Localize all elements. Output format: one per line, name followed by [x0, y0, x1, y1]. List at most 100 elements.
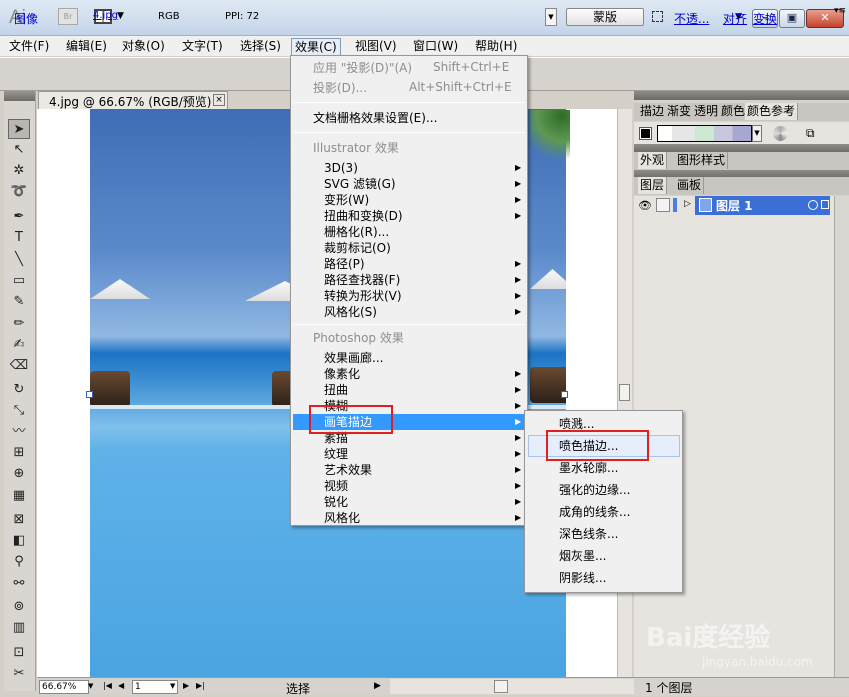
blend-tool-icon[interactable]: ⚯ — [8, 574, 30, 594]
menu-item-effect-gallery[interactable]: 效果画廊... — [324, 350, 383, 366]
tab-layers[interactable]: 图层 — [638, 177, 668, 194]
file-name-link[interactable]: 4.jpg — [93, 10, 118, 21]
menu-item-pathfinder[interactable]: 路径查找器(F) — [324, 272, 400, 288]
previous-artboard-icon[interactable]: ◀ — [118, 681, 124, 690]
layers-scrollbar[interactable] — [834, 196, 849, 677]
menu-item-3d[interactable]: 3D(3) — [324, 160, 358, 176]
free-transform-tool-icon[interactable]: ⊞ — [8, 443, 30, 463]
menu-object[interactable]: 对象(O) — [119, 38, 168, 55]
menu-item-pixelate[interactable]: 像素化 — [324, 366, 360, 382]
next-artboard-icon[interactable]: ▶ — [183, 681, 189, 690]
menu-item-stylize-ps[interactable]: 风格化 — [324, 510, 360, 526]
menu-item-sharpen[interactable]: 锐化 — [324, 494, 348, 510]
chevron-down-icon[interactable]: ▼ — [545, 8, 557, 26]
menu-item-texture[interactable]: 纹理 — [324, 446, 348, 462]
selected-art-indicator[interactable] — [821, 200, 829, 209]
menu-effect[interactable]: 效果(C) — [291, 38, 341, 55]
shape-builder-tool-icon[interactable]: ⊕ — [8, 464, 30, 484]
selection-handle[interactable] — [561, 391, 568, 398]
tab-color-guide[interactable]: 颜色参考 — [745, 103, 799, 120]
eraser-tool-icon[interactable]: ⌫ — [8, 356, 30, 376]
menu-item-distort-transform[interactable]: 扭曲和变换(D) — [324, 208, 403, 224]
menu-item-stylize-ai[interactable]: 风格化(S) — [324, 304, 377, 320]
image-link[interactable]: 图像 — [14, 10, 38, 27]
menu-item-svg-filters[interactable]: SVG 滤镜(G) — [324, 176, 396, 192]
warp-tool-icon[interactable]: 〰 — [8, 422, 30, 442]
menu-item-convert-shape[interactable]: 转换为形状(V) — [324, 288, 402, 304]
menu-help[interactable]: 帮助(H) — [472, 38, 520, 55]
submenu-item-dark-strokes[interactable]: 深色线条... — [559, 526, 618, 542]
submenu-item-crosshatch[interactable]: 阴影线... — [559, 570, 606, 586]
paintbrush-tool-icon[interactable]: ✎ — [8, 292, 30, 312]
status-current-tool[interactable]: 选择 — [286, 680, 310, 697]
scale-tool-icon[interactable]: ⤡ — [8, 401, 30, 421]
chevron-down-icon[interactable]: ▼ — [752, 125, 762, 142]
panel-menu-icon[interactable]: ▾≡ — [834, 6, 846, 16]
transform-icon[interactable] — [652, 11, 663, 22]
submenu-item-angled-strokes[interactable]: 成角的线条... — [559, 504, 630, 520]
line-tool-icon[interactable]: ╲ — [8, 250, 30, 270]
tab-graphic-styles[interactable]: 图形样式 — [675, 152, 729, 169]
restore-button[interactable]: ▣ — [779, 9, 805, 28]
menu-item-crop-marks[interactable]: 裁剪标记(O) — [324, 240, 391, 256]
mesh-tool-icon[interactable]: ⊠ — [8, 510, 30, 530]
tab-artboards[interactable]: 画板 — [675, 177, 705, 194]
selection-tool-icon[interactable]: ➤ — [8, 119, 30, 139]
symbol-sprayer-tool-icon[interactable]: ⊚ — [8, 597, 30, 617]
menu-item-rasterize[interactable]: 栅格化(R)... — [324, 224, 389, 240]
submenu-item-sumi-e[interactable]: 烟灰墨... — [559, 548, 606, 564]
chevron-down-icon[interactable]: ▼ — [170, 682, 175, 690]
align-link[interactable]: 对齐 — [723, 10, 747, 27]
lasso-tool-icon[interactable]: ➰ — [8, 182, 30, 202]
lock-toggle[interactable] — [656, 198, 670, 212]
gradient-tool-icon[interactable]: ◧ — [8, 531, 30, 551]
zoom-field[interactable]: 66.67% — [39, 680, 89, 694]
menu-item-video[interactable]: 视频 — [324, 478, 348, 494]
menu-view[interactable]: 视图(V) — [352, 38, 400, 55]
rectangle-tool-icon[interactable]: ▭ — [8, 271, 30, 291]
opacity-link[interactable]: 不透... — [674, 10, 709, 27]
menu-item-path[interactable]: 路径(P) — [324, 256, 365, 272]
panel-grip[interactable] — [4, 91, 35, 101]
eye-icon[interactable]: 👁 — [638, 199, 652, 212]
status-menu-icon[interactable]: ▶ — [374, 681, 381, 691]
menu-item-distort[interactable]: 扭曲 — [324, 382, 348, 398]
menu-item-apply-last[interactable]: 应用 "投影(D)"(A) — [313, 60, 412, 76]
transform-link[interactable]: 变换 — [753, 10, 777, 27]
mask-button[interactable]: 蒙版 — [566, 8, 644, 26]
expand-arrow-icon[interactable]: ▷ — [684, 199, 691, 209]
tab-appearance[interactable]: 外观 — [638, 152, 668, 169]
menu-window[interactable]: 窗口(W) — [410, 38, 461, 55]
tab-gradient[interactable]: 渐变 — [665, 103, 695, 120]
type-tool-icon[interactable]: T — [8, 228, 30, 248]
menu-type[interactable]: 文字(T) — [179, 38, 226, 55]
rotate-tool-icon[interactable]: ↻ — [8, 380, 30, 400]
panel-grip[interactable] — [634, 91, 849, 100]
eyedropper-tool-icon[interactable]: ⚲ — [8, 552, 30, 572]
chevron-down-icon[interactable]: ▼ — [88, 682, 93, 690]
menu-item-artistic[interactable]: 艺术效果 — [324, 462, 372, 478]
column-graph-tool-icon[interactable]: ▥ — [8, 618, 30, 638]
artboard-tool-icon[interactable]: ⊡ — [8, 643, 30, 663]
base-color-chip[interactable] — [639, 127, 652, 140]
submenu-item-accented-edges[interactable]: 强化的边缘... — [559, 482, 630, 498]
bridge-icon[interactable]: Br — [58, 8, 78, 25]
horizontal-scrollbar[interactable] — [390, 679, 634, 694]
magic-wand-tool-icon[interactable]: ✲ — [8, 161, 30, 181]
first-artboard-icon[interactable]: |◀ — [103, 681, 112, 690]
menu-item-last-effect[interactable]: 投影(D)... — [313, 80, 367, 96]
menu-select[interactable]: 选择(S) — [237, 38, 284, 55]
perspective-grid-tool-icon[interactable]: ▦ — [8, 486, 30, 506]
layer-name[interactable]: 图层 1 — [716, 197, 753, 214]
last-artboard-icon[interactable]: ▶| — [196, 681, 205, 690]
pencil-tool-icon[interactable]: ✏ — [8, 314, 30, 334]
direct-selection-tool-icon[interactable]: ↖ — [8, 140, 30, 160]
selection-handle[interactable] — [86, 391, 93, 398]
slice-tool-icon[interactable]: ✂ — [8, 664, 30, 684]
blob-brush-tool-icon[interactable]: ✍ — [8, 335, 30, 355]
tab-color[interactable]: 颜色 — [719, 103, 749, 120]
menu-item-warp[interactable]: 变形(W) — [324, 192, 369, 208]
submenu-item-ink-outlines[interactable]: 墨水轮廓... — [559, 460, 618, 476]
color-wheel-icon[interactable] — [773, 126, 788, 141]
pen-tool-icon[interactable]: ✒ — [8, 207, 30, 227]
